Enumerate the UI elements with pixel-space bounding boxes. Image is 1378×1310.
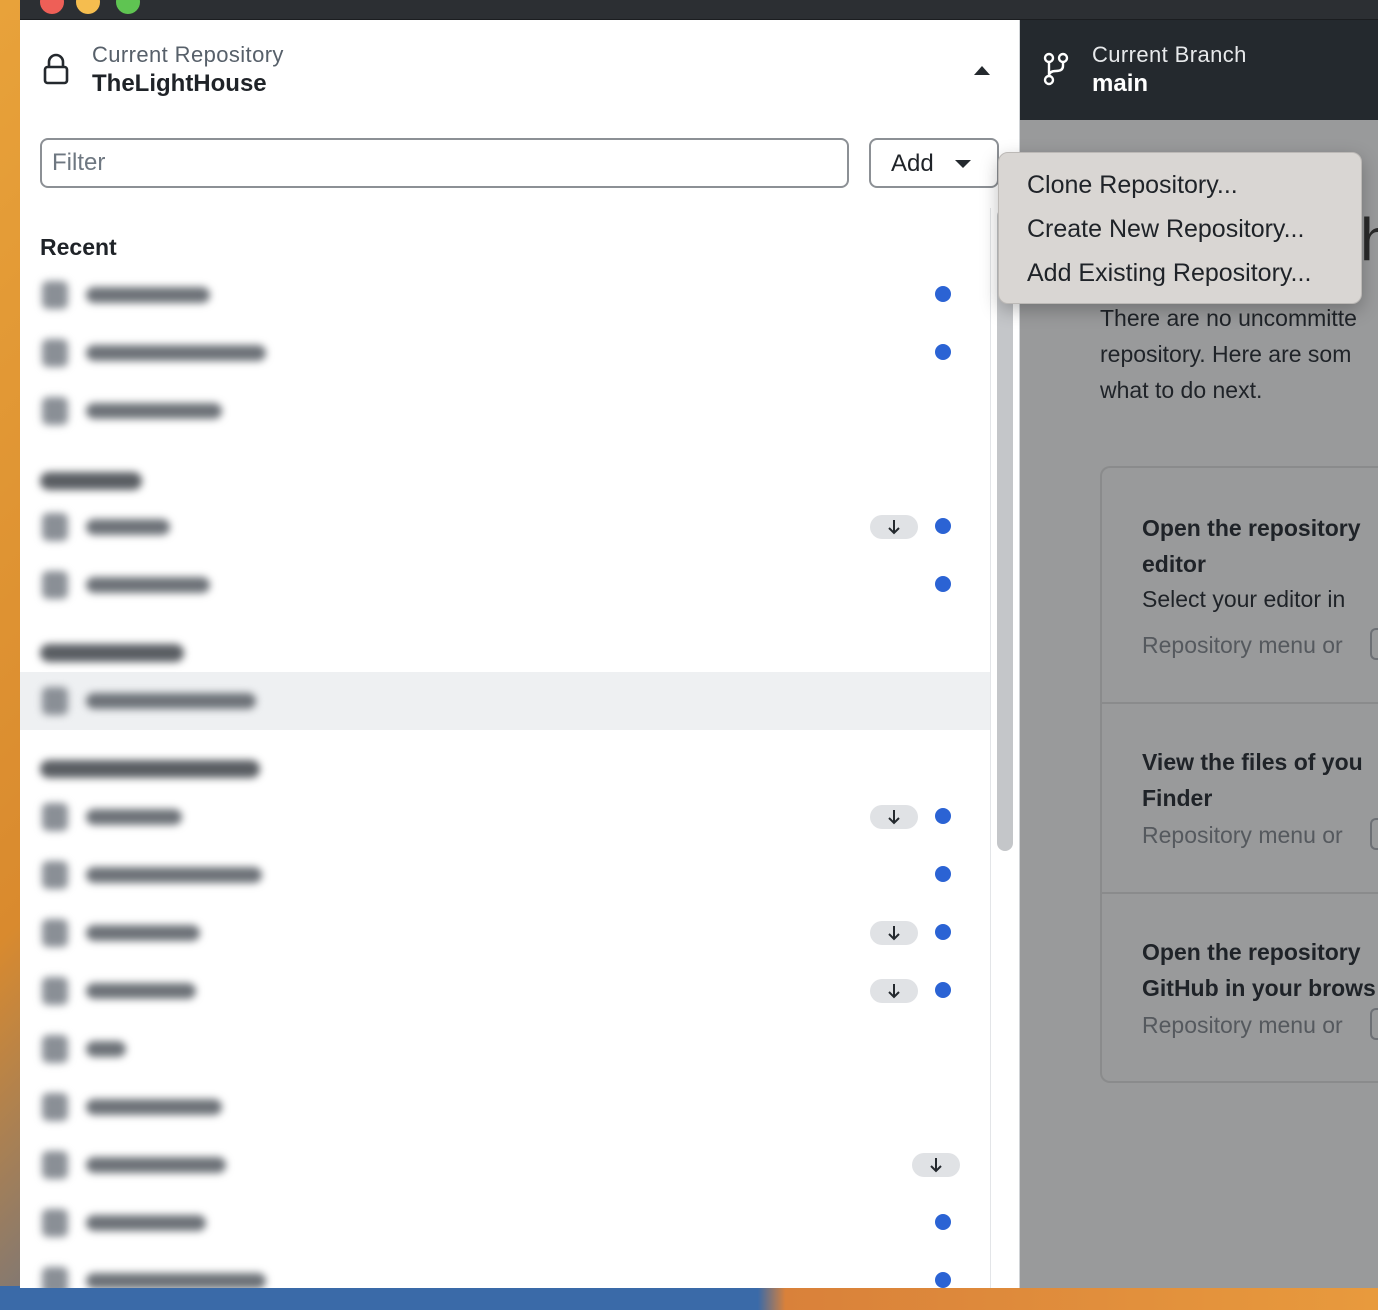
app-window: Current Branch main h There are no uncom… — [20, 0, 1378, 1288]
current-branch-name: main — [1092, 70, 1149, 97]
intro-line: what to do next. — [1100, 377, 1263, 403]
scrollbar-track — [990, 208, 991, 1288]
list-item[interactable] — [42, 338, 266, 368]
changes-indicator-dot — [935, 576, 951, 592]
branch-icon — [1043, 52, 1069, 86]
card-hint: Repository menu or — [1142, 822, 1343, 848]
arrow-down-icon — [888, 810, 900, 825]
arrow-down-icon — [888, 984, 900, 999]
behind-remote-badge — [870, 979, 918, 1003]
behind-remote-badge — [870, 515, 918, 539]
changes-indicator-dot — [935, 808, 951, 824]
minimize-window-button[interactable] — [76, 0, 100, 14]
repository-list-panel: Current Repository TheLightHouse Add Rec… — [20, 20, 1020, 1288]
view-on-github-card[interactable]: Open the repository GitHub in your brows… — [1102, 894, 1378, 1084]
card-title: View the files of you Finder — [1142, 749, 1363, 811]
list-item[interactable] — [42, 1092, 222, 1122]
close-window-button[interactable] — [40, 0, 64, 14]
list-item[interactable] — [42, 686, 256, 716]
menu-item-add-existing-repository[interactable]: Add Existing Repository... — [1027, 259, 1311, 288]
card-title: Open the repository GitHub in your brows — [1142, 939, 1376, 1001]
card-hint: Repository menu or — [1142, 1012, 1343, 1038]
list-item[interactable] — [42, 570, 210, 600]
add-dropdown-menu: Clone Repository... Create New Repositor… — [998, 152, 1362, 304]
caret-down-icon — [955, 160, 971, 168]
obscured-repository-list — [20, 20, 800, 1288]
shortcut-key — [1370, 818, 1378, 850]
list-item[interactable] — [42, 1266, 266, 1288]
list-item[interactable] — [42, 1150, 226, 1180]
list-item[interactable] — [42, 860, 262, 890]
arrow-down-icon — [888, 520, 900, 535]
group-heading — [40, 644, 184, 662]
suggested-actions: Open the repository editor Select your e… — [1100, 466, 1378, 1083]
menu-item-clone-repository[interactable]: Clone Repository... — [1027, 171, 1238, 200]
list-item[interactable] — [42, 802, 182, 832]
list-item[interactable] — [42, 918, 200, 948]
changes-indicator-dot — [935, 518, 951, 534]
changes-indicator-dot — [935, 286, 951, 302]
collapse-caret-icon[interactable] — [974, 66, 990, 75]
add-button-label: Add — [891, 150, 934, 177]
intro-line: repository. Here are som — [1100, 341, 1352, 367]
current-branch-selector[interactable]: Current Branch main — [1020, 20, 1378, 120]
zoom-window-button[interactable] — [116, 0, 140, 14]
desktop-wallpaper — [0, 1286, 1378, 1310]
no-changes-intro: There are no uncommitte repository. Here… — [1100, 300, 1378, 408]
changes-indicator-dot — [935, 866, 951, 882]
list-item[interactable] — [42, 280, 210, 310]
shortcut-key — [1370, 628, 1378, 660]
main-heading-fragment: h — [1360, 206, 1378, 273]
changes-indicator-dot — [935, 1272, 951, 1288]
behind-remote-badge — [870, 921, 918, 945]
open-in-editor-card[interactable]: Open the repository editor Select your e… — [1102, 468, 1378, 704]
behind-remote-badge — [912, 1153, 960, 1177]
list-item[interactable] — [42, 396, 222, 426]
card-hint: Repository menu or — [1142, 632, 1343, 658]
list-item[interactable] — [42, 1208, 206, 1238]
arrow-down-icon — [930, 1158, 942, 1173]
group-heading — [40, 472, 142, 490]
card-title: Open the repository editor — [1142, 515, 1361, 577]
show-in-finder-card[interactable]: View the files of you Finder Repository … — [1102, 704, 1378, 894]
list-item[interactable] — [42, 512, 170, 542]
behind-remote-badge — [870, 805, 918, 829]
shortcut-key — [1370, 1008, 1378, 1040]
list-item[interactable] — [42, 976, 196, 1006]
changes-indicator-dot — [935, 924, 951, 940]
title-bar — [20, 0, 1378, 20]
current-branch-label: Current Branch — [1092, 42, 1247, 67]
card-description: Select your editor in — [1142, 586, 1346, 612]
arrow-down-icon — [888, 926, 900, 941]
list-item[interactable] — [42, 1034, 126, 1064]
add-button[interactable]: Add — [869, 138, 999, 188]
menu-item-create-new-repository[interactable]: Create New Repository... — [1027, 215, 1304, 244]
changes-indicator-dot — [935, 344, 951, 360]
group-heading — [40, 760, 260, 778]
intro-line: There are no uncommitte — [1100, 305, 1357, 331]
changes-indicator-dot — [935, 982, 951, 998]
scrollbar-thumb[interactable] — [997, 208, 1013, 851]
changes-indicator-dot — [935, 1214, 951, 1230]
